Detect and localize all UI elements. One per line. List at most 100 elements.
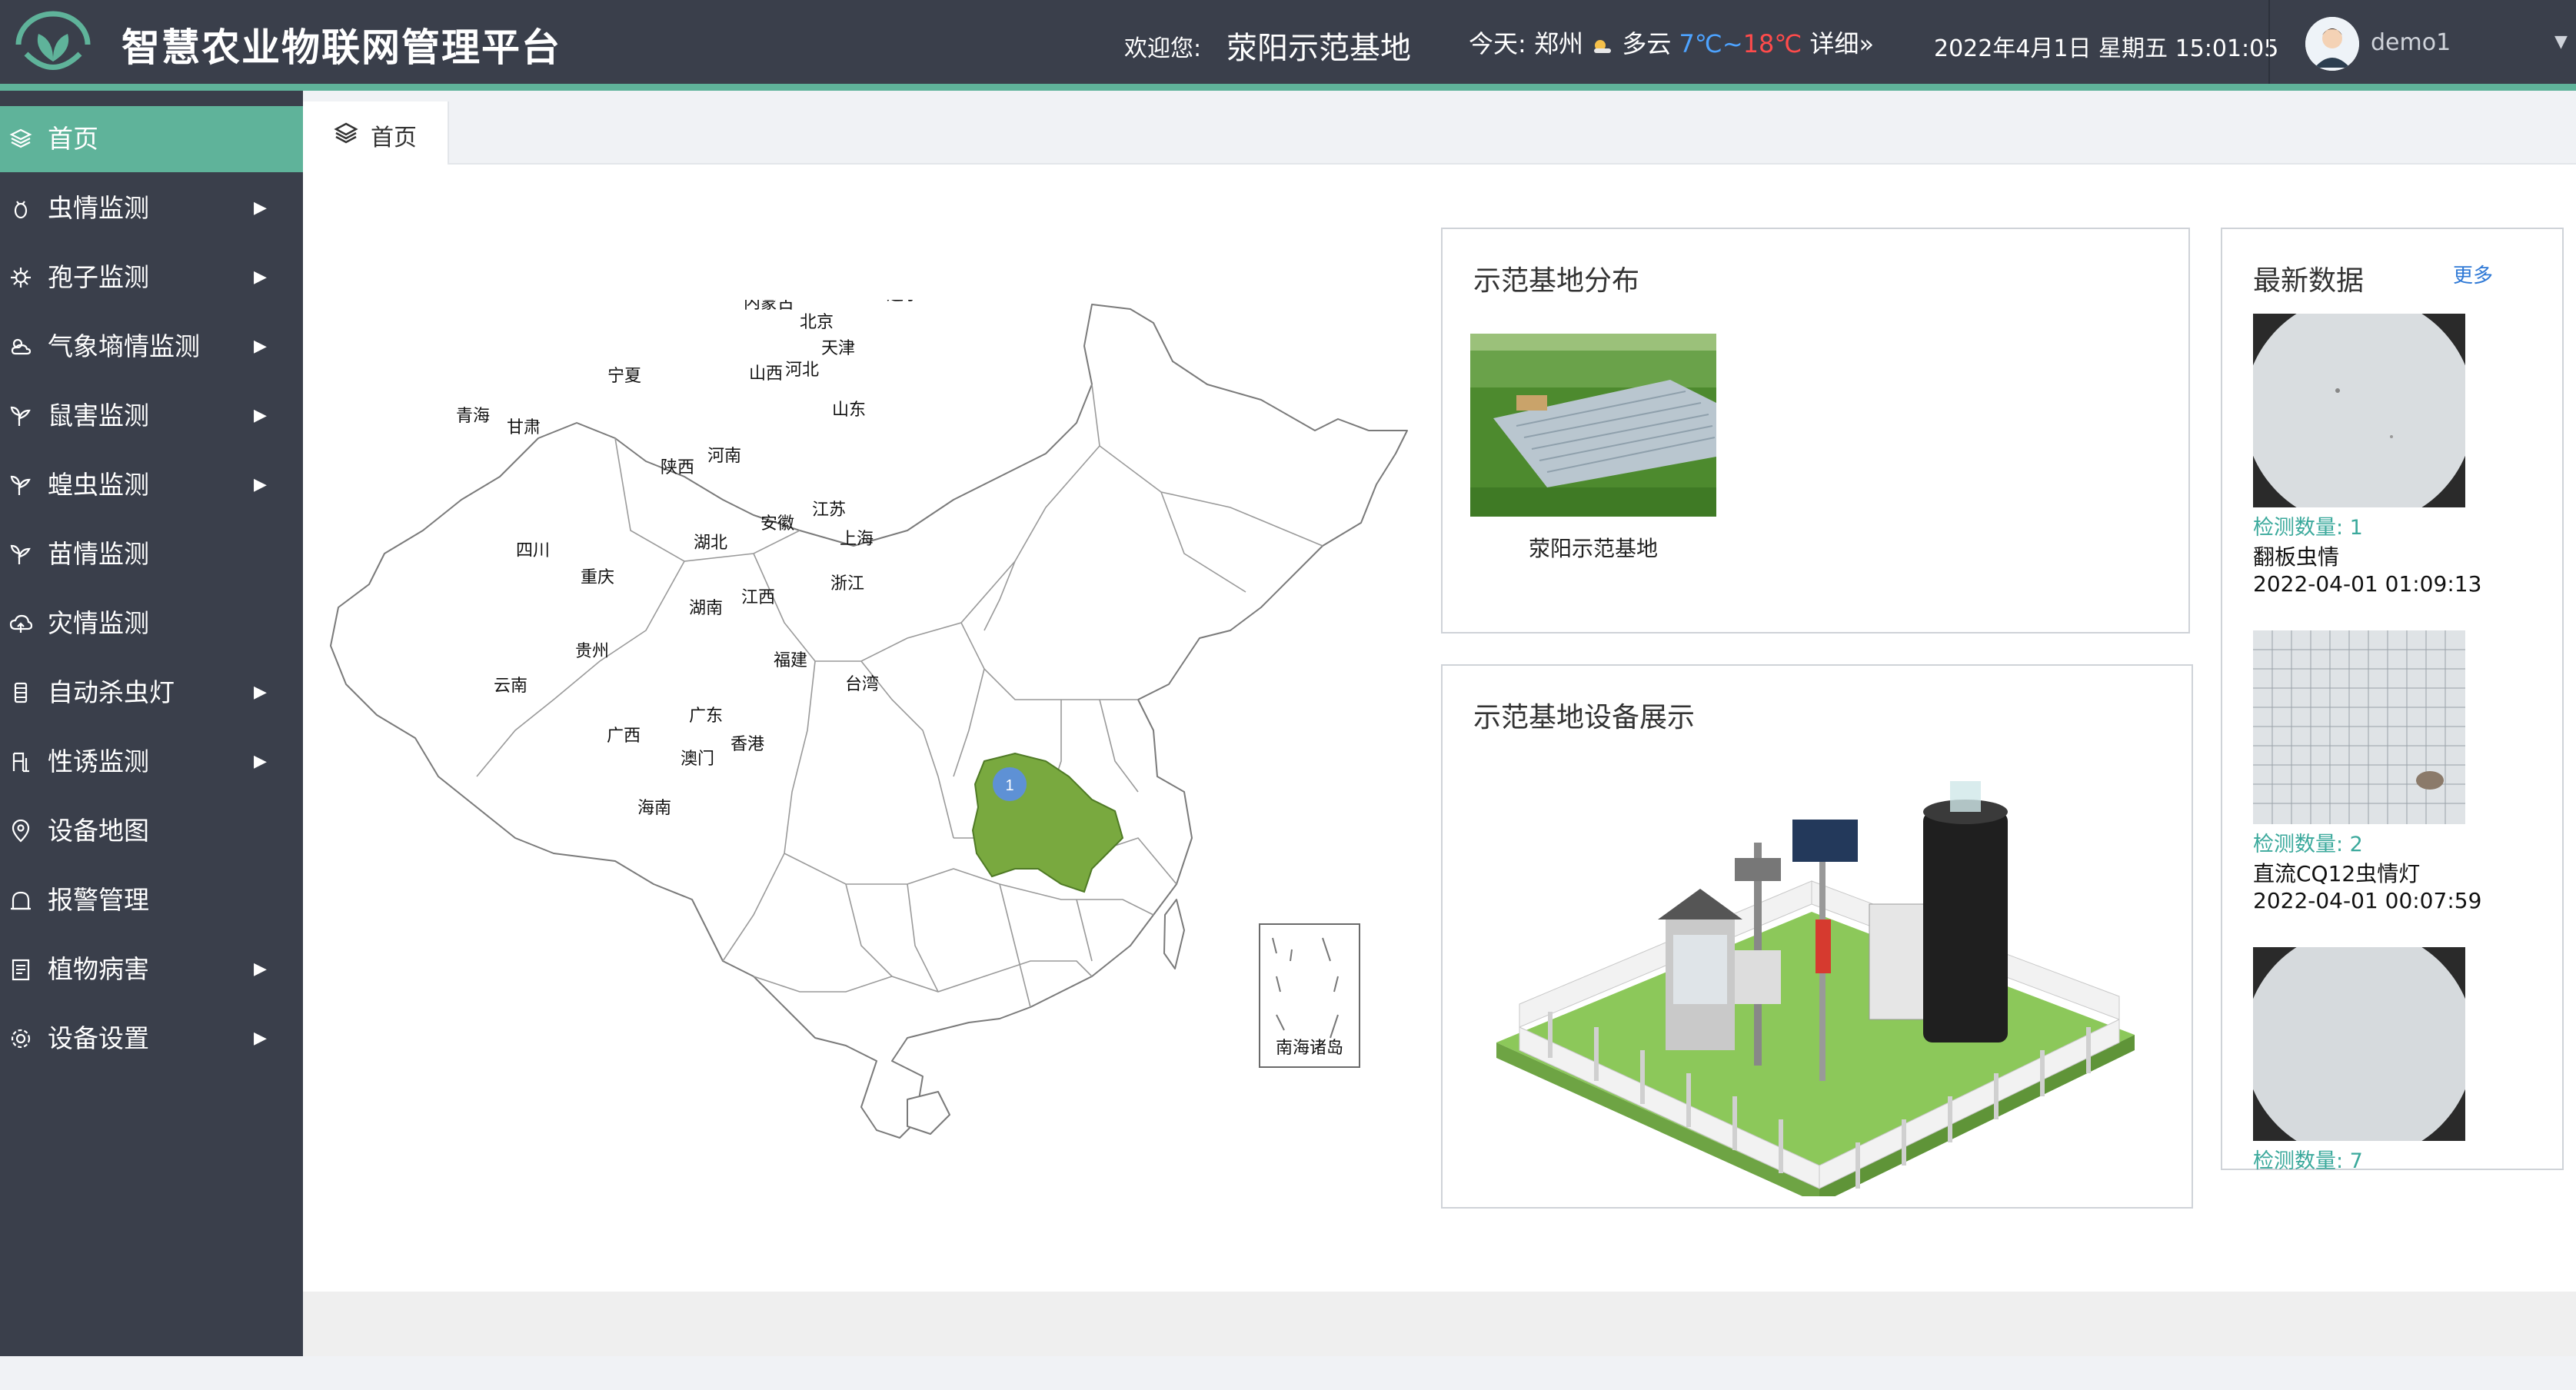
sidebar-item-label: 苗情监测 — [48, 539, 149, 569]
chevron-right-icon: ▶ — [254, 752, 267, 771]
device-showcase-illustration — [1496, 781, 2135, 1196]
current-base-name[interactable]: 荥阳示范基地 — [1226, 23, 1411, 68]
province-label: 北京 — [800, 312, 834, 331]
leaf-logo-icon — [15, 11, 91, 70]
sidebar-item-label: 孢子监测 — [48, 262, 149, 292]
list-item[interactable]: 检测数量: 2 直流CQ12虫情灯 2022-04-01 00:07:59 — [2253, 630, 2514, 913]
latest-data-panel: 最新数据 更多 检测数量: 1 翻板虫情 2022-04-01 01:09:13 — [2221, 228, 2564, 1173]
panel-title: 示范基地分布 — [1473, 265, 1640, 297]
province-label: 浙江 — [830, 574, 864, 593]
sidebar-item-device-map[interactable]: 设备地图 — [0, 798, 303, 864]
chevron-right-icon: ▶ — [254, 198, 267, 218]
welcome-label: 欢迎您: — [1124, 35, 1202, 62]
weather-prefix: 今天: — [1469, 29, 1526, 58]
chevron-right-icon: ▶ — [254, 475, 267, 494]
province-label: 云南 — [494, 676, 528, 695]
province-label: 辽宁 — [887, 300, 920, 304]
sidebar-item-device-settings[interactable]: 设备设置 ▶ — [0, 1006, 303, 1072]
sidebar-item-home[interactable]: 首页 — [0, 106, 303, 172]
taiwan-island — [1163, 899, 1185, 969]
south-china-sea-inset: 南海诸岛 — [1259, 923, 1360, 1068]
footer-strip — [303, 1292, 2576, 1356]
temp-low: 7℃ — [1679, 29, 1722, 58]
chevron-right-icon: ▶ — [254, 406, 267, 425]
province-label: 澳门 — [681, 749, 714, 768]
detection-count: 检测数量: 1 — [2253, 516, 2363, 540]
sidebar-item-spore-monitoring[interactable]: 孢子监测 ▶ — [0, 244, 303, 311]
temp-range-separator: ~ — [1722, 29, 1743, 58]
sidebar-item-pheromone-monitoring[interactable]: 性诱监测 ▶ — [0, 729, 303, 795]
sprout-icon — [10, 406, 31, 426]
detection-count: 检测数量: 7 — [2253, 1149, 2363, 1173]
weather-summary: 今天: 郑州 多云 7℃~18℃ 详细» — [1469, 25, 1874, 60]
more-link[interactable]: 更多 — [2453, 260, 2493, 288]
detection-time: 2022-04-01 01:09:13 — [2253, 571, 2482, 597]
marker-count[interactable]: 1 — [1005, 777, 1013, 794]
list-item[interactable]: 检测数量: 1 翻板虫情 2022-04-01 01:09:13 — [2253, 314, 2514, 597]
layers-icon — [334, 122, 358, 144]
province-label: 山东 — [832, 400, 866, 419]
province-label: 湖北 — [694, 533, 727, 552]
sidebar-item-disaster-monitoring[interactable]: 灾情监测 — [0, 590, 303, 657]
sidebar-item-rodent-monitoring[interactable]: 鼠害监测 ▶ — [0, 383, 303, 449]
province-label: 青海 — [456, 406, 490, 425]
weather-condition: 多云 — [1622, 29, 1672, 58]
tab-home[interactable]: 首页 — [303, 101, 449, 165]
province-label: 四川 — [516, 540, 550, 560]
province-label: 陕西 — [661, 457, 694, 477]
sidebar-item-label: 灾情监测 — [48, 608, 149, 638]
sidebar-item-label: 气象墒情监测 — [48, 331, 200, 361]
province-label: 香港 — [731, 734, 764, 753]
username[interactable]: demo1 — [2371, 29, 2451, 56]
sidebar-item-auto-insect-lamp[interactable]: 自动杀虫灯 ▶ — [0, 660, 303, 726]
sidebar-item-seedling-monitoring[interactable]: 苗情监测 — [0, 521, 303, 587]
device-name: 翻板虫情 — [2253, 544, 2340, 570]
sidebar-item-label: 鼠害监测 — [48, 401, 149, 431]
user-avatar-icon — [2305, 17, 2359, 71]
weather-city: 郑州 — [1533, 29, 1583, 58]
weather-detail-link[interactable]: 详细» — [1809, 29, 1874, 58]
sidebar-item-label: 首页 — [48, 124, 98, 154]
sidebar-item-locust-monitoring[interactable]: 蝗虫监测 ▶ — [0, 452, 303, 518]
sidebar-item-weather-soil-monitoring[interactable]: 气象墒情监测 ▶ — [0, 314, 303, 380]
province-label: 山西 — [749, 364, 783, 383]
chevron-down-icon[interactable]: ▼ — [2554, 32, 2568, 52]
province-label: 河南 — [707, 446, 741, 465]
header-divider — [2268, 0, 2270, 84]
detection-count: 检测数量: 2 — [2253, 833, 2363, 856]
province-label: 甘肃 — [507, 417, 541, 437]
province-label: 贵州 — [575, 641, 609, 660]
province-label: 上海 — [840, 529, 874, 548]
trap-photo-image — [2253, 630, 2465, 824]
province-label: 内蒙古 — [744, 300, 794, 312]
spore-icon — [11, 268, 31, 288]
app-title: 智慧农业物联网管理平台 — [121, 25, 561, 70]
sidebar-item-pest-monitoring[interactable]: 虫情监测 ▶ — [0, 175, 303, 241]
panel-title: 最新数据 — [2253, 265, 2365, 297]
china-map[interactable]: 1 南海诸岛 黑龙江吉林辽宁新疆内蒙古北京天津河北山西宁夏青海甘肃山东陕西河南西… — [231, 151, 1430, 1153]
sidebar-item-alarm-management[interactable]: 报警管理 — [0, 867, 303, 933]
sidebar-item-label: 蝗虫监测 — [48, 470, 149, 500]
avatar[interactable] — [2305, 17, 2359, 71]
province-label: 宁夏 — [607, 366, 641, 385]
province-label: 河北 — [785, 360, 819, 379]
list-item[interactable]: 检测数量: 7 — [2253, 929, 2514, 1174]
bug-icon — [14, 201, 28, 219]
trap-photo-image — [2253, 314, 2474, 526]
sidebar-nav: 首页 虫情监测 ▶ 孢子监测 ▶ 气象墒情监测 ▶ 鼠害监测 ▶ 蝗虫监测 ▶ 苗情监测 灾情监测 自动杀… — [0, 91, 303, 1356]
sidebar-item-label: 报警管理 — [48, 885, 149, 915]
province-label: 江西 — [741, 587, 775, 607]
device-name: 直流CQ12虫情灯 — [2253, 861, 2421, 886]
sidebar-item-plant-disease[interactable]: 植物病害 ▶ — [0, 936, 303, 1003]
temp-high: 18℃ — [1742, 29, 1802, 58]
chevron-right-icon: ▶ — [254, 268, 267, 287]
sidebar-item-label: 设备设置 — [48, 1023, 149, 1053]
hainan-island — [907, 1091, 950, 1135]
chevron-right-icon: ▶ — [254, 683, 267, 702]
latest-data-list: 检测数量: 1 翻板虫情 2022-04-01 01:09:13 检测数量: 2… — [2253, 314, 2514, 1390]
base-photo[interactable] — [1470, 334, 1716, 517]
sprout-icon — [10, 544, 31, 564]
province-label: 重庆 — [581, 567, 614, 587]
sidebar-item-label: 性诱监测 — [48, 747, 149, 776]
gear-icon — [11, 1029, 31, 1049]
